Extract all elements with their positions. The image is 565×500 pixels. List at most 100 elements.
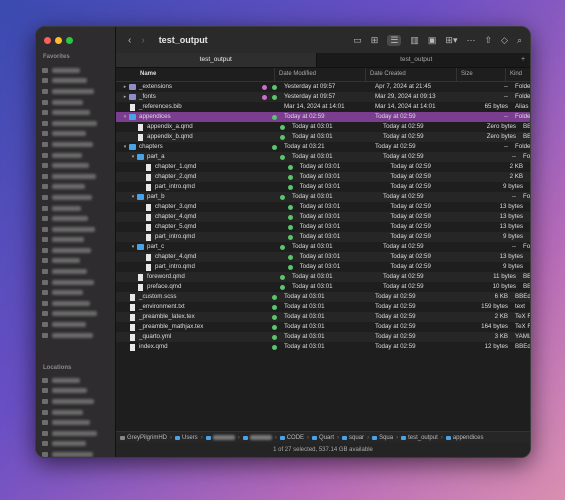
sidebar-favorite-item[interactable] [42, 86, 111, 97]
sidebar-favorite-item[interactable] [42, 182, 111, 193]
sidebar-favorite-item[interactable] [42, 160, 111, 171]
icon-view-icon[interactable]: ⊞ [371, 35, 379, 46]
sidebar-favorite-item[interactable] [42, 76, 111, 87]
path-segment[interactable]: Squa [372, 435, 393, 441]
disclosure-closed-icon[interactable]: ▸ [122, 92, 128, 102]
sidebar-favorite-item[interactable] [42, 150, 111, 161]
sidebar-location-item[interactable] [42, 407, 111, 418]
sidebar-favorite-item[interactable] [42, 309, 111, 320]
sidebar-favorite-item[interactable] [42, 65, 111, 76]
more-actions-icon[interactable]: ⋯ [466, 35, 475, 46]
sidebar-favorite-item[interactable] [42, 107, 111, 118]
tag-icon[interactable]: ◇ [501, 35, 508, 46]
new-tab-button[interactable]: + [516, 53, 530, 67]
disclosure-open-icon[interactable]: ▾ [130, 192, 136, 202]
file-row[interactable]: ▸ _extensions Yesterday at 09:57 Apr 7, 202… [116, 82, 530, 92]
file-row[interactable]: ▾ chapters Today at 03:21 Today at 02:59 -- F… [116, 142, 530, 152]
sidebar-location-item[interactable] [42, 449, 111, 457]
disclosure-open-icon[interactable]: ▾ [122, 142, 128, 152]
file-row[interactable]: chapter_4.qmd Today at 03:01 Today at 02:5… [116, 212, 530, 222]
back-button[interactable]: ‹ [128, 35, 131, 46]
file-row[interactable]: part_intro.qmd Today at 03:01 Today at 02:… [116, 182, 530, 192]
file-row[interactable]: chapter_3.qmd Today at 03:01 Today at 02:5… [116, 202, 530, 212]
column-kind[interactable]: Kind [505, 68, 530, 81]
zoom-button[interactable] [66, 37, 73, 44]
column-date-modified[interactable]: Date Modified [274, 68, 365, 81]
sidebar-favorite-item[interactable] [42, 118, 111, 129]
minimize-button[interactable] [55, 37, 62, 44]
share-icon[interactable]: ⇧ [484, 35, 492, 46]
file-row[interactable]: foreword.qmd Today at 03:01 Today at 02:59… [116, 272, 530, 282]
file-row[interactable]: ▾ part_b Today at 03:01 Today at 02:59 -- Fol… [116, 192, 530, 202]
column-name[interactable]: Name [116, 68, 274, 81]
file-row[interactable]: part_intro.qmd Today at 03:01 Today at 02:… [116, 262, 530, 272]
file-row[interactable]: preface.qmd Today at 03:01 Today at 02:59 1… [116, 282, 530, 292]
close-button[interactable] [44, 37, 51, 44]
file-row[interactable]: _quarto.yml Today at 03:01 Today at 02:59 3… [116, 332, 530, 342]
disclosure-open-icon[interactable]: ▾ [130, 242, 136, 252]
sidebar-favorite-item[interactable] [42, 235, 111, 246]
sidebar-favorite-item[interactable] [42, 266, 111, 277]
list-view-icon[interactable]: ☰ [387, 34, 402, 46]
file-row[interactable]: chapter_2.qmd Today at 03:01 Today at 02:5… [116, 172, 530, 182]
sidebar-favorite-item[interactable] [42, 97, 111, 108]
file-row[interactable]: ▸ _fonts Yesterday at 09:57 Mar 29, 2024 at… [116, 92, 530, 102]
file-row[interactable]: appendix_b.qmd Today at 03:01 Today at 02:… [116, 132, 530, 142]
sidebar-location-item[interactable] [42, 396, 111, 407]
file-row[interactable]: ▾ part_a Today at 03:01 Today at 02:59 -- Fol… [116, 152, 530, 162]
path-segment[interactable]: CODE [279, 435, 304, 441]
tab-test-output-1[interactable]: test_output [116, 53, 317, 67]
sidebar-favorite-item[interactable] [42, 287, 111, 298]
sidebar-favorite-item[interactable] [42, 319, 111, 330]
file-row[interactable]: _custom.scss Today at 03:01 Today at 02:59… [116, 292, 530, 302]
sidebar-favorite-item[interactable] [42, 139, 111, 150]
file-row[interactable]: chapter_5.qmd Today at 03:01 Today at 02:5… [116, 222, 530, 232]
forward-button[interactable]: › [141, 35, 144, 46]
file-row[interactable]: ▾ appendices Today at 02:59 Today at 02:59 -… [116, 112, 530, 122]
sidebar-location-item[interactable] [42, 428, 111, 439]
sidebar-favorite-item[interactable] [42, 192, 111, 203]
sidebar-location-item[interactable] [42, 417, 111, 428]
sidebar-favorite-item[interactable] [42, 129, 111, 140]
tab-test-output-2[interactable]: test_output [317, 53, 517, 67]
disclosure-open-icon[interactable]: ▾ [122, 112, 128, 122]
sidebar-location-item[interactable] [42, 375, 111, 386]
path-segment[interactable] [205, 435, 235, 440]
sidebar-favorite-item[interactable] [42, 298, 111, 309]
sidebar-favorite-item[interactable] [42, 330, 111, 341]
file-row[interactable]: _preamble_latex.tex Today at 03:01 Today a… [116, 312, 530, 322]
file-row[interactable]: ▾ part_c Today at 03:01 Today at 02:59 -- Fol… [116, 242, 530, 252]
path-segment[interactable]: test_output [401, 435, 438, 441]
file-row[interactable]: index.qmd Today at 03:01 Today at 02:59 12 … [116, 342, 530, 352]
sidebar-favorite-item[interactable] [42, 256, 111, 267]
disclosure-open-icon[interactable]: ▾ [130, 152, 136, 162]
column-size[interactable]: Size [456, 68, 505, 81]
search-icon[interactable]: ⌕ [517, 35, 522, 46]
sidebar-location-item[interactable] [42, 439, 111, 450]
sidebar-favorite-item[interactable] [42, 245, 111, 256]
sidebar-favorite-item[interactable] [42, 171, 111, 182]
path-segment[interactable]: Quart [312, 435, 334, 441]
file-row[interactable]: appendix_a.qmd Today at 03:01 Today at 02:… [116, 122, 530, 132]
path-segment[interactable]: appendices [445, 435, 483, 441]
gallery-view-icon[interactable]: ▣ [428, 35, 437, 46]
file-row[interactable]: part_intro.qmd Today at 03:01 Today at 02:… [116, 232, 530, 242]
group-by-icon[interactable]: ⊞▾ [445, 35, 457, 46]
column-date-created[interactable]: Date Created [365, 68, 456, 81]
sidebar-location-item[interactable] [42, 386, 111, 397]
path-segment[interactable]: GreyPilgrimHD [120, 435, 167, 441]
path-segment[interactable]: squar [342, 435, 364, 441]
sidebar-favorite-item[interactable] [42, 277, 111, 288]
column-view-icon[interactable]: ▥ [410, 35, 419, 46]
path-segment[interactable] [242, 435, 272, 440]
path-segment[interactable]: Users [175, 435, 198, 441]
disclosure-closed-icon[interactable]: ▸ [122, 82, 128, 92]
file-row[interactable]: _preamble_mathjax.tex Today at 03:01 Today… [116, 322, 530, 332]
group-icon[interactable]: ▭ [353, 35, 362, 46]
file-row[interactable]: _references.bib Mar 14, 2024 at 14:01 Mar … [116, 102, 530, 112]
sidebar-favorite-item[interactable] [42, 224, 111, 235]
sidebar-favorite-item[interactable] [42, 203, 111, 214]
file-row[interactable]: chapter_4.qmd Today at 03:01 Today at 02:5… [116, 252, 530, 262]
file-row[interactable]: chapter_1.qmd Today at 03:01 Today at 02:5… [116, 162, 530, 172]
file-row[interactable]: _environment.txt Today at 03:01 Today at 0… [116, 302, 530, 312]
